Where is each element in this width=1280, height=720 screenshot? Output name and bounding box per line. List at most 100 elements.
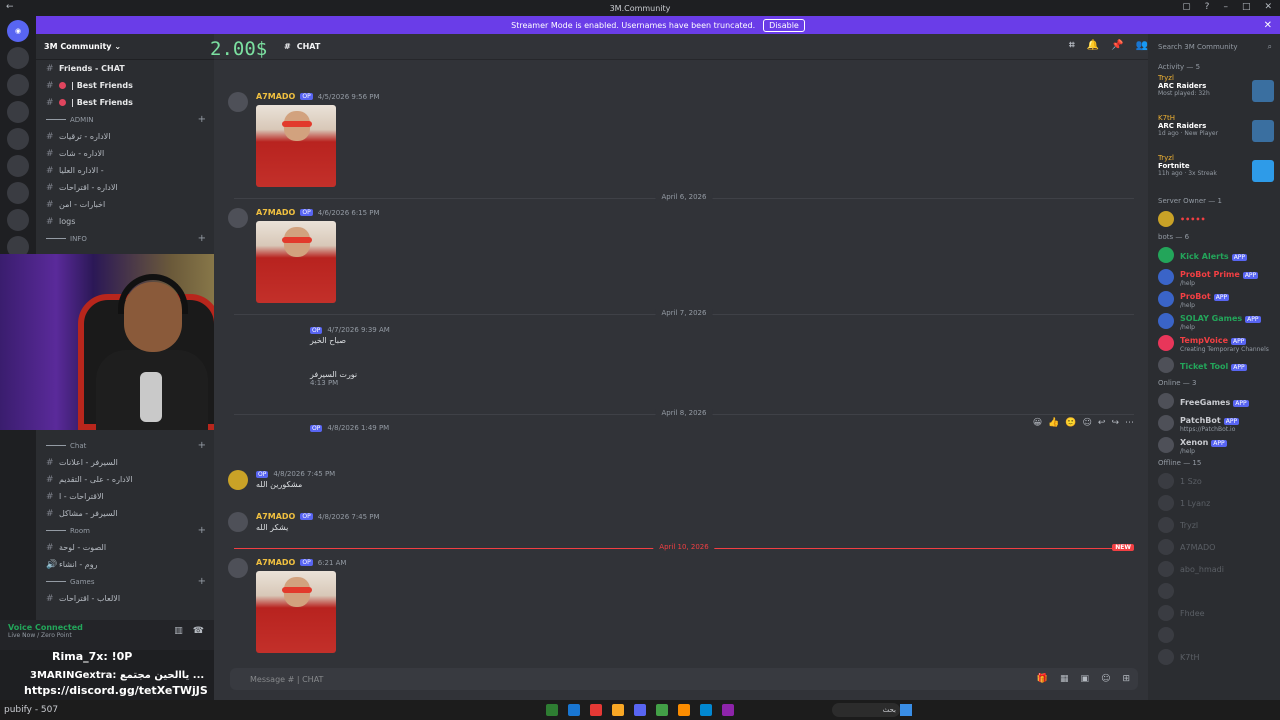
member-item[interactable]: ProBot APP/help [1148, 288, 1280, 310]
app-icon[interactable] [656, 704, 668, 716]
back-arrow-icon[interactable]: ← [6, 2, 14, 12]
member-item[interactable] [1148, 624, 1280, 646]
gif-icon[interactable]: ▦ [1060, 674, 1069, 684]
server-icon[interactable] [7, 209, 29, 231]
member-item[interactable]: Tryzl [1148, 514, 1280, 536]
member-item[interactable]: ••••• [1148, 208, 1280, 230]
channel-item[interactable]: # الاداره - ترقيات [36, 128, 214, 145]
activity-card[interactable]: Tryzl ARC Raiders Most played: 32h [1148, 74, 1280, 114]
add-channel-icon[interactable]: + [198, 525, 206, 536]
message-image[interactable] [256, 221, 336, 303]
pin-icon[interactable]: 📌 [1111, 40, 1123, 51]
avatar[interactable] [228, 512, 248, 532]
inbox-icon[interactable]: ▢ [1182, 2, 1191, 12]
threads-icon[interactable]: ⌗ [1069, 40, 1075, 51]
maximize-button[interactable]: □ [1242, 2, 1251, 12]
app-icon[interactable] [568, 704, 580, 716]
sticker-icon[interactable]: ▣ [1081, 674, 1090, 684]
avatar[interactable] [228, 92, 248, 112]
server-icon[interactable] [7, 128, 29, 150]
member-item[interactable]: Ticket Tool APP [1148, 354, 1280, 376]
message-image[interactable] [256, 571, 336, 653]
apps-icon[interactable]: ⊞ [1122, 674, 1130, 684]
activity-card[interactable]: K7tH ARC Raiders 1d ago · New Player [1148, 114, 1280, 154]
member-item[interactable]: PatchBot APP https://PatchBot.io [1148, 412, 1280, 434]
avatar[interactable] [228, 470, 248, 490]
server-icon[interactable] [7, 101, 29, 123]
message-author[interactable]: A7MADO [256, 512, 295, 521]
channel-item[interactable]: # الاداره - اقتراحات [36, 179, 214, 196]
server-icon[interactable] [7, 182, 29, 204]
server-icon[interactable] [7, 155, 29, 177]
disable-button[interactable]: Disable [763, 18, 805, 32]
message-image[interactable] [256, 105, 336, 187]
emoji-icon[interactable]: ☺ [1101, 674, 1110, 684]
channel-item[interactable]: # الاقتراحات - ا [36, 488, 214, 505]
member-item[interactable]: Fhdee [1148, 602, 1280, 624]
channel-item[interactable]: # الالعاب - اقتراحات [36, 590, 214, 607]
discord-icon[interactable] [634, 704, 646, 716]
category-admin[interactable]: ADMIN + [36, 111, 214, 128]
channel-item[interactable]: # Friends - CHAT [36, 60, 214, 77]
add-reaction-icon[interactable]: ☺ [1083, 418, 1092, 428]
activity-card[interactable]: Tryzl Fortnite 11h ago · 3x Streak [1148, 154, 1280, 194]
app-icon[interactable] [722, 704, 734, 716]
category-room[interactable]: Room + [36, 522, 214, 539]
help-icon[interactable]: ? [1205, 2, 1210, 12]
thumbs-up-icon[interactable]: 👍 [1048, 418, 1059, 428]
add-channel-icon[interactable]: + [198, 114, 206, 125]
message-author[interactable]: A7MADO [256, 208, 295, 217]
members-icon[interactable]: 👥 [1136, 40, 1148, 51]
member-item[interactable]: 1 Szo [1148, 470, 1280, 492]
channel-item[interactable]: # السيرفر - مشاكل [36, 505, 214, 522]
channel-item[interactable]: # | Best Friends [36, 77, 214, 94]
add-channel-icon[interactable]: + [198, 440, 206, 451]
server-name[interactable]: 3M Community ⌄ [36, 34, 214, 60]
folder-icon[interactable] [678, 704, 690, 716]
search-input[interactable]: Search 3M Community ⌕ [1148, 34, 1280, 60]
noise-icon[interactable]: ▥ [174, 626, 183, 636]
close-icon[interactable]: ✕ [1264, 20, 1272, 31]
channel-item[interactable]: # السيرفر - اعلانات [36, 454, 214, 471]
member-item[interactable]: abo_hmadi [1148, 558, 1280, 580]
channel-item[interactable]: # الاداره - على - التقديم [36, 471, 214, 488]
category-info[interactable]: INFO + [36, 230, 214, 247]
message-input[interactable]: Message # | CHAT 🎁 ▦ ▣ ☺ ⊞ [230, 668, 1138, 690]
add-channel-icon[interactable]: + [198, 233, 206, 244]
server-icon[interactable] [7, 47, 29, 69]
app-icon[interactable] [546, 704, 558, 716]
member-item[interactable]: FreeGames APP [1148, 390, 1280, 412]
avatar[interactable] [228, 558, 248, 578]
member-item[interactable]: SOLAY Games APP/help [1148, 310, 1280, 332]
smile-icon[interactable]: 🙂 [1065, 418, 1076, 428]
member-item[interactable]: K7tH [1148, 646, 1280, 668]
member-item[interactable]: ProBot Prime APP/help [1148, 266, 1280, 288]
category-games[interactable]: Games + [36, 573, 214, 590]
add-channel-icon[interactable]: + [198, 576, 206, 587]
windows-start-icon[interactable] [900, 704, 912, 716]
minimize-button[interactable]: – [1223, 2, 1228, 12]
channel-item[interactable]: 🔊 روم - انشاء [36, 556, 214, 573]
category-chat[interactable]: Chat + [36, 437, 214, 454]
member-item[interactable]: Kick Alerts APP [1148, 244, 1280, 266]
close-button[interactable]: ✕ [1264, 2, 1272, 12]
reply-icon[interactable]: ↩ [1098, 418, 1106, 428]
channel-item[interactable]: # الاداره العليا - [36, 162, 214, 179]
avatar[interactable] [228, 208, 248, 228]
bell-icon[interactable]: 🔔 [1087, 40, 1099, 51]
message-author[interactable]: A7MADO [256, 558, 295, 567]
more-icon[interactable]: ⋯ [1125, 418, 1134, 428]
channel-item[interactable]: # logs [36, 213, 214, 230]
member-item[interactable]: A7MADO [1148, 536, 1280, 558]
taskbar-search[interactable]: بحث [832, 703, 900, 717]
app-icon[interactable] [590, 704, 602, 716]
channel-item[interactable]: # الاداره - شات [36, 145, 214, 162]
server-icon[interactable] [7, 74, 29, 96]
member-item[interactable]: Xenon APP/help [1148, 434, 1280, 456]
member-item[interactable] [1148, 580, 1280, 602]
browser-icon[interactable] [700, 704, 712, 716]
channel-item[interactable]: # اخبارات - امن [36, 196, 214, 213]
app-icon[interactable] [612, 704, 624, 716]
forward-icon[interactable]: ↪ [1111, 418, 1119, 428]
home-button[interactable]: ◉ [7, 20, 29, 42]
